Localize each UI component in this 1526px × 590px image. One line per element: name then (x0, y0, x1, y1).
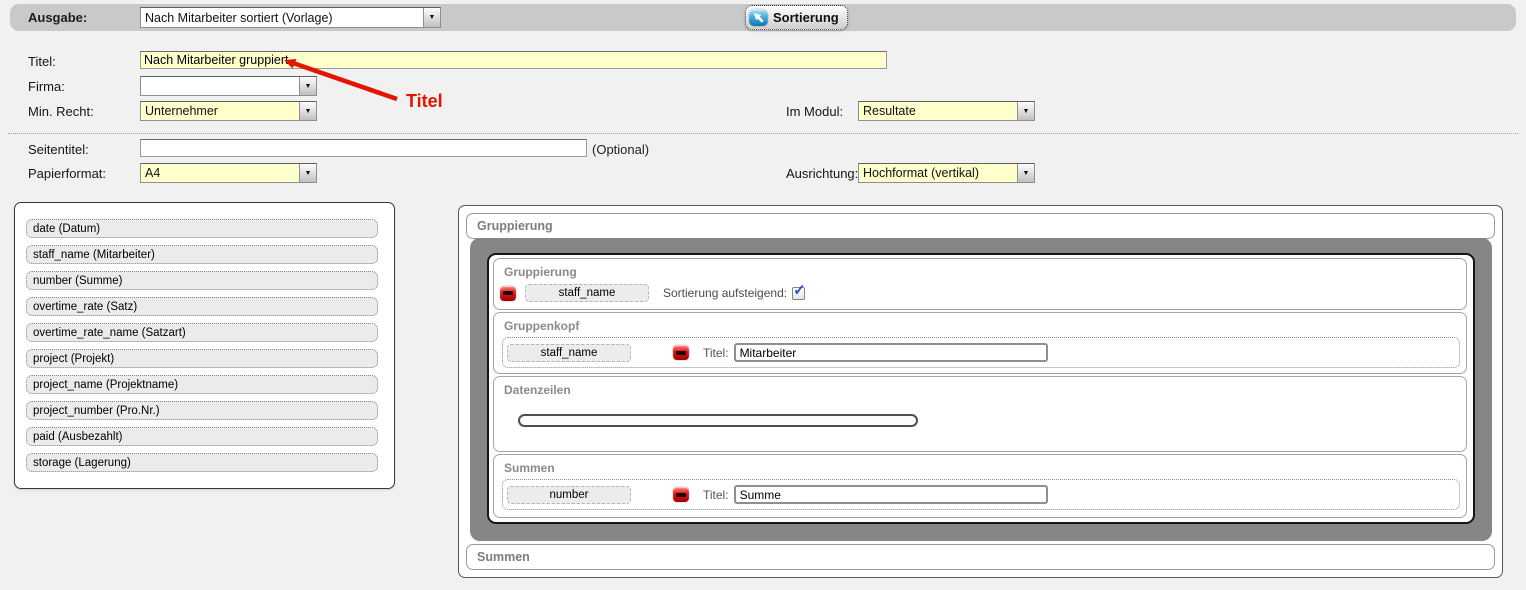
ausrichtung-label: Ausrichtung: (786, 166, 858, 181)
minus-bar (503, 291, 513, 295)
ausrichtung-select[interactable]: Hochformat (vertikal) ▼ (858, 163, 1035, 183)
summen-drop-row[interactable]: number Titel: (502, 479, 1460, 510)
cursor-arrow-icon (749, 9, 768, 26)
minus-bar (676, 493, 686, 497)
section-datenzeilen: Datenzeilen (493, 376, 1467, 452)
gruppenkopf-titel-input[interactable] (734, 343, 1048, 362)
section-gruppierung-title: Gruppierung (504, 265, 1466, 279)
summen-field-chip[interactable]: number (507, 486, 631, 504)
section-datenzeilen-title: Datenzeilen (504, 383, 1466, 397)
tab-gruppierung-label: Gruppierung (477, 219, 553, 233)
field-pill[interactable]: paid (Ausbezahlt) (26, 427, 378, 446)
ausrichtung-select-value: Hochformat (vertikal) (859, 166, 1017, 180)
field-pill[interactable]: date (Datum) (26, 219, 378, 238)
chevron-down-icon: ▼ (299, 164, 316, 182)
toolbar: Ausgabe: Nach Mitarbeiter sortiert (Vorl… (10, 4, 1516, 31)
field-pill[interactable]: overtime_rate (Satz) (26, 297, 378, 316)
checkmark-icon: ✓ (793, 281, 806, 299)
remove-gruppenkopf-field-minus-icon[interactable] (673, 345, 689, 360)
min-recht-select-value: Unternehmer (141, 104, 299, 118)
papierformat-label: Papierformat: (28, 166, 106, 181)
seitentitel-input[interactable] (140, 139, 587, 157)
ausgabe-select[interactable]: Nach Mitarbeiter sortiert (Vorlage) ▼ (140, 7, 441, 28)
im-modul-select-value: Resultate (859, 104, 1017, 118)
gruppierung-inner-panel: Gruppierung staff_name Sortierung aufste… (487, 253, 1475, 524)
papierformat-select[interactable]: A4 ▼ (140, 163, 317, 183)
gruppenkopf-titel-label: Titel: (703, 346, 729, 360)
chevron-down-icon: ▼ (423, 8, 440, 27)
section-gruppenkopf-title: Gruppenkopf (504, 319, 1466, 333)
section-divider (8, 133, 1518, 134)
optional-hint: (Optional) (592, 142, 649, 157)
sortierung-button-label: Sortierung (773, 10, 839, 25)
tab-summen[interactable]: Summen (466, 544, 1495, 570)
section-gruppierung: Gruppierung staff_name Sortierung aufste… (493, 258, 1467, 310)
titel-label: Titel: (28, 54, 56, 69)
available-fields-panel: date (Datum) staff_name (Mitarbeiter) numb… (14, 202, 395, 489)
seitentitel-label: Seitentitel: (28, 142, 89, 157)
field-pill[interactable]: project_name (Projektname) (26, 375, 378, 394)
section-summen: Summen number Titel: (493, 454, 1467, 518)
tab-gruppierung[interactable]: Gruppierung (466, 213, 1495, 239)
group-field-chip[interactable]: staff_name (525, 284, 649, 302)
min-recht-label: Min. Recht: (28, 104, 94, 119)
im-modul-select[interactable]: Resultate ▼ (858, 101, 1035, 121)
remove-summen-field-minus-icon[interactable] (673, 487, 689, 502)
firma-select[interactable]: ▼ (140, 76, 317, 96)
im-modul-label: Im Modul: (786, 104, 843, 119)
gruppierung-content-area: Gruppierung staff_name Sortierung aufste… (470, 238, 1492, 541)
field-pill[interactable]: project (Projekt) (26, 349, 378, 368)
min-recht-select[interactable]: Unternehmer ▼ (140, 101, 317, 121)
gruppenkopf-field-chip[interactable]: staff_name (507, 344, 631, 362)
minus-bar (676, 351, 686, 355)
gruppenkopf-drop-row[interactable]: staff_name Titel: (502, 337, 1460, 368)
field-pill[interactable]: staff_name (Mitarbeiter) (26, 245, 378, 264)
field-pill[interactable]: overtime_rate_name (Satzart) (26, 323, 378, 342)
section-gruppenkopf: Gruppenkopf staff_name Titel: (493, 312, 1467, 374)
ausgabe-label: Ausgabe: (28, 10, 87, 25)
field-pill[interactable]: number (Summe) (26, 271, 378, 290)
grouping-panel: Gruppierung Gruppierung staff_name Sorti… (458, 205, 1503, 578)
annotation-label: Titel (406, 91, 443, 112)
remove-group-field-minus-icon[interactable] (500, 286, 516, 301)
papierformat-select-value: A4 (141, 166, 299, 180)
ausgabe-select-value: Nach Mitarbeiter sortiert (Vorlage) (141, 11, 423, 25)
chevron-down-icon: ▼ (299, 77, 316, 95)
datenzeilen-empty-drop-slot[interactable] (518, 414, 918, 427)
field-pill[interactable]: project_number (Pro.Nr.) (26, 401, 378, 420)
summen-titel-input[interactable] (734, 485, 1048, 504)
titel-input[interactable] (140, 51, 887, 69)
sort-ascending-checkbox[interactable]: ✓ (792, 287, 805, 300)
sort-ascending-label: Sortierung aufsteigend: (663, 286, 787, 300)
firma-label: Firma: (28, 79, 65, 94)
chevron-down-icon: ▼ (1017, 102, 1034, 120)
tab-summen-label: Summen (477, 550, 530, 564)
field-pill[interactable]: storage (Lagerung) (26, 453, 378, 472)
summen-titel-label: Titel: (703, 488, 729, 502)
chevron-down-icon: ▼ (1017, 164, 1034, 182)
sortierung-button[interactable]: Sortierung (745, 5, 848, 30)
chevron-down-icon: ▼ (299, 102, 316, 120)
section-summen-title: Summen (504, 461, 1466, 475)
